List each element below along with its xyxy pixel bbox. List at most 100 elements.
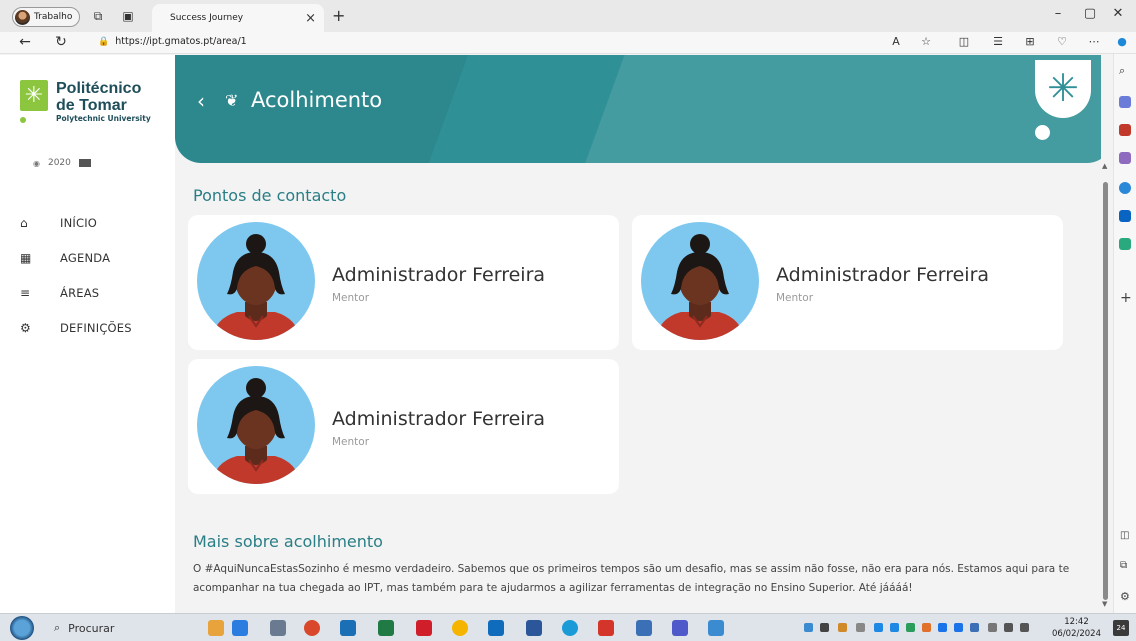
- close-window-icon[interactable]: ✕: [1108, 6, 1128, 21]
- tray-icon[interactable]: [906, 623, 915, 632]
- about-section-title: Mais sobre acolhimento: [193, 532, 383, 551]
- onedrive-icon[interactable]: [890, 623, 899, 632]
- tray-icon[interactable]: [804, 623, 813, 632]
- favorite-star-icon[interactable]: ☆: [918, 35, 934, 48]
- settings-icon[interactable]: ⚙: [1120, 590, 1130, 603]
- url-text: https://ipt.gmatos.pt/area/1: [115, 36, 247, 47]
- sidebar-item-definicoes[interactable]: ⚙ DEFINIÇÕES: [0, 313, 175, 343]
- search-icon[interactable]: ⌕: [1119, 64, 1125, 78]
- notification-badge[interactable]: 24: [1113, 620, 1129, 636]
- taskbar-search[interactable]: ⌕ Procurar: [44, 617, 194, 639]
- logo-line-2: de Tomar: [56, 97, 127, 114]
- profile-avatar: [15, 9, 30, 25]
- start-button[interactable]: [10, 616, 34, 640]
- close-tab-icon[interactable]: ×: [305, 11, 316, 26]
- workspaces-icon[interactable]: ⧉: [90, 8, 106, 24]
- briefcase-icon[interactable]: [1119, 124, 1131, 136]
- tray-icon[interactable]: [838, 623, 847, 632]
- battery-icon[interactable]: [1004, 623, 1013, 632]
- refresh-icon[interactable]: ↻: [52, 34, 70, 50]
- clock-time: 12:42: [1064, 617, 1089, 627]
- powerpoint-icon[interactable]: [304, 620, 320, 636]
- wifi-icon[interactable]: [988, 623, 997, 632]
- new-tab-icon[interactable]: +: [332, 6, 345, 25]
- tab-actions-icon[interactable]: ▣: [120, 8, 136, 24]
- minimize-icon[interactable]: –: [1048, 6, 1068, 21]
- ipt-logo-icon[interactable]: ✳: [20, 80, 48, 111]
- page-scrollbar[interactable]: ▲ ▼: [1100, 162, 1111, 610]
- tray-icon[interactable]: [820, 623, 829, 632]
- excel-icon[interactable]: [378, 620, 394, 636]
- chrome-icon[interactable]: [452, 620, 468, 636]
- logo-dot: [20, 117, 26, 123]
- games-icon[interactable]: [1119, 152, 1131, 164]
- browser-tab[interactable]: Success Journey ×: [152, 4, 324, 32]
- scroll-up-icon[interactable]: ▲: [1102, 162, 1107, 170]
- copilot-icon[interactable]: ●: [1114, 35, 1130, 48]
- favorites-icon[interactable]: ☰: [990, 35, 1006, 48]
- contacts-section-title: Pontos de contacto: [193, 186, 347, 205]
- widget-icon[interactable]: [208, 620, 224, 636]
- sidebar-layout-icon[interactable]: ◫: [1120, 530, 1129, 541]
- contact-name: Administrador Ferreira: [332, 408, 546, 430]
- crest-dot: [1035, 125, 1050, 140]
- sidebar-item-agenda[interactable]: ▦ AGENDA: [0, 243, 175, 273]
- task-view-icon[interactable]: [270, 620, 286, 636]
- main-content: ‹ ❦ Acolhimento ✳ Pontos de contacto Adm…: [175, 55, 1101, 613]
- browser-tab-bar: Trabalho ⧉ ▣ Success Journey × + – ▢ ✕: [0, 0, 1136, 32]
- app-icon[interactable]: [340, 620, 356, 636]
- netflix-icon[interactable]: [416, 620, 432, 636]
- add-icon[interactable]: +: [1120, 290, 1132, 306]
- outlook-icon[interactable]: [488, 620, 504, 636]
- sponsor-logos: ◉ 2020: [33, 158, 91, 168]
- split-screen-icon[interactable]: ◫: [956, 35, 972, 48]
- bluetooth-icon[interactable]: [954, 623, 963, 632]
- volume-icon[interactable]: [1020, 623, 1029, 632]
- about-text: O #AquiNuncaEstasSozinho é mesmo verdade…: [193, 563, 1070, 594]
- contact-card[interactable]: Administrador Ferreira Mentor: [188, 215, 619, 350]
- lock-icon: 🔒: [98, 36, 110, 47]
- tray-icon[interactable]: [938, 623, 947, 632]
- sidebar-item-areas[interactable]: ≡ ÁREAS: [0, 278, 175, 308]
- url-field[interactable]: 🔒 https://ipt.gmatos.pt/area/1: [98, 36, 247, 47]
- sponsor-logo-poci: ◉: [33, 158, 40, 168]
- onedrive-icon[interactable]: [874, 623, 883, 632]
- tag-icon[interactable]: [1119, 96, 1131, 108]
- taskbar-clock[interactable]: 12:42 06/02/2024: [1052, 616, 1101, 640]
- read-aloud-icon[interactable]: A: [888, 35, 904, 48]
- contact-card[interactable]: Administrador Ferreira Mentor: [632, 215, 1063, 350]
- app-icon[interactable]: [636, 620, 652, 636]
- clock-date: 06/02/2024: [1052, 629, 1101, 639]
- sidebar-item-inicio[interactable]: ⌂ INÍCIO: [0, 208, 175, 238]
- more-icon[interactable]: ⋯: [1086, 35, 1102, 48]
- acrobat-icon[interactable]: [598, 620, 614, 636]
- send-icon[interactable]: [1119, 238, 1131, 250]
- chevron-left-icon[interactable]: ‹: [197, 89, 205, 113]
- tray-icon[interactable]: [970, 623, 979, 632]
- profile-button[interactable]: Trabalho: [12, 7, 81, 27]
- heart-icon[interactable]: ♡: [1054, 35, 1070, 48]
- outlook-icon[interactable]: [1119, 210, 1131, 222]
- office-icon[interactable]: [1119, 182, 1131, 194]
- menu-icon: ≡: [20, 286, 31, 300]
- external-link-icon[interactable]: ⧉: [1120, 560, 1127, 571]
- logo-line-3: Polytechnic University: [56, 114, 151, 123]
- logo-line-1: Politécnico: [56, 80, 142, 97]
- tray-icon[interactable]: [856, 623, 865, 632]
- avatar: [197, 366, 315, 484]
- app-icon[interactable]: [708, 620, 724, 636]
- scrollbar-thumb[interactable]: [1103, 182, 1108, 600]
- edge-icon[interactable]: [562, 620, 578, 636]
- sidebar-item-label: AGENDA: [60, 251, 111, 265]
- tray-icon[interactable]: [922, 623, 931, 632]
- back-icon[interactable]: ←: [16, 34, 34, 50]
- contact-card[interactable]: Administrador Ferreira Mentor: [188, 359, 619, 494]
- collections-icon[interactable]: ⊞: [1022, 35, 1038, 48]
- word-icon[interactable]: [526, 620, 542, 636]
- teams-icon[interactable]: [672, 620, 688, 636]
- restore-icon[interactable]: ▢: [1080, 6, 1100, 21]
- scroll-down-icon[interactable]: ▼: [1102, 600, 1107, 608]
- widget-icon[interactable]: [232, 620, 248, 636]
- sidebar-item-label: DEFINIÇÕES: [60, 321, 132, 335]
- sidebar-item-label: ÁREAS: [60, 286, 100, 300]
